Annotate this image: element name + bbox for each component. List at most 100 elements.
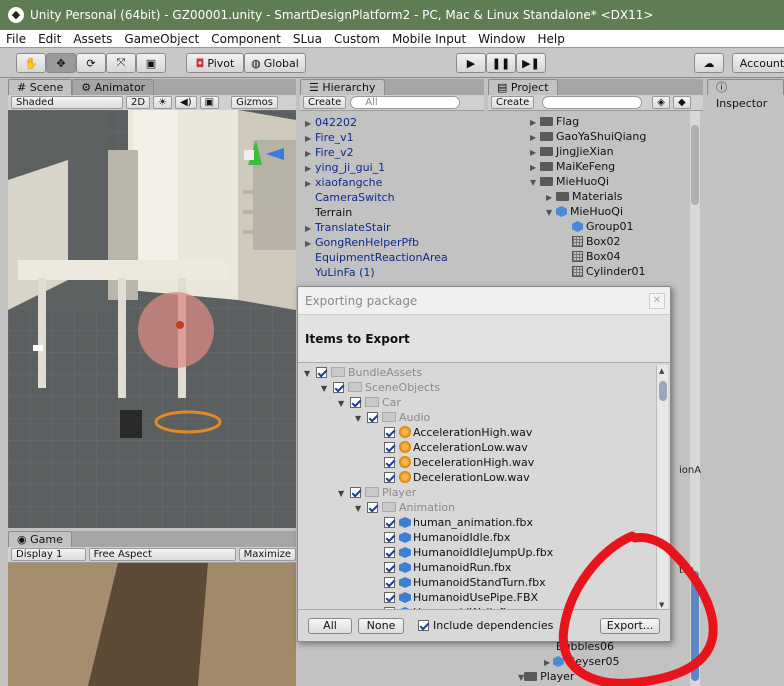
maximize-toggle[interactable]: Maximize xyxy=(238,548,296,561)
menu-assets[interactable]: Assets xyxy=(67,32,118,46)
rect-tool-button[interactable]: ▣ xyxy=(136,53,166,73)
export-item-row[interactable]: AccelerationHigh.wav xyxy=(372,425,532,440)
project-item[interactable]: ▶ JingJieXian xyxy=(530,144,614,159)
shading-dropdown[interactable]: Shaded xyxy=(11,96,123,109)
expand-arrow-icon[interactable]: ▶ xyxy=(305,146,315,161)
project-item[interactable]: ▼ MieHuoQi xyxy=(530,174,609,189)
export-item-row[interactable]: ▼ BundleAssets xyxy=(304,365,422,380)
hierarchy-item[interactable]: YuLinFa (1) xyxy=(305,265,375,280)
hierarchy-item[interactable]: CameraSwitch xyxy=(305,190,395,205)
expanded-arrow-icon[interactable]: ▼ xyxy=(304,366,316,381)
export-item-checkbox[interactable] xyxy=(384,472,395,483)
export-item-row[interactable]: HumanoidUsePipe.FBX xyxy=(372,590,538,605)
expand-arrow-icon[interactable]: ▶ xyxy=(305,116,315,131)
export-item-checkbox[interactable] xyxy=(367,502,378,513)
export-item-row[interactable]: DecelerationHigh.wav xyxy=(372,455,534,470)
export-item-row[interactable]: HumanoidStandTurn.fbx xyxy=(372,575,546,590)
tab-game[interactable]: ◉ Game xyxy=(8,531,72,547)
scroll-up-icon[interactable]: ▲ xyxy=(659,367,664,375)
expanded-arrow-icon[interactable]: ▼ xyxy=(355,411,367,426)
menu-help[interactable]: Help xyxy=(532,32,571,46)
close-icon[interactable]: ✕ xyxy=(649,293,665,309)
tab-inspector[interactable]: ⓘ Inspector xyxy=(707,79,784,110)
menu-file[interactable]: File xyxy=(0,32,32,46)
pause-button[interactable]: ❚❚ xyxy=(486,53,516,73)
hierarchy-search-input[interactable]: All xyxy=(350,96,461,109)
2d-toggle[interactable]: 2D xyxy=(126,96,151,109)
export-item-checkbox[interactable] xyxy=(384,517,395,528)
collapsed-arrow-icon[interactable]: ▶ xyxy=(530,145,540,160)
dialog-scroll-thumb[interactable] xyxy=(659,381,667,401)
include-dependencies-checkbox[interactable] xyxy=(418,620,429,631)
scale-tool-button[interactable]: ⤧ xyxy=(106,53,136,73)
hierarchy-create-dropdown[interactable]: Create xyxy=(303,96,347,109)
export-item-checkbox[interactable] xyxy=(384,532,395,543)
project-item[interactable]: Box04 xyxy=(562,249,620,264)
display-dropdown[interactable]: Display 1 xyxy=(11,548,86,561)
hierarchy-item[interactable]: ▶ Fire_v1 xyxy=(305,130,354,145)
expanded-arrow-icon[interactable]: ▼ xyxy=(338,396,350,411)
export-item-checkbox[interactable] xyxy=(384,442,395,453)
collapsed-arrow-icon[interactable]: ▶ xyxy=(546,190,556,205)
fx-icon[interactable]: ▣ xyxy=(199,96,220,109)
gizmos-dropdown[interactable]: Gizmos xyxy=(231,96,278,109)
expanded-arrow-icon[interactable]: ▼ xyxy=(530,175,540,190)
select-all-button[interactable]: All xyxy=(308,618,352,634)
hierarchy-item[interactable]: ▶ GongRenHelperPfb xyxy=(305,235,419,250)
collapsed-arrow-icon[interactable]: ▶ xyxy=(530,115,540,130)
export-item-row[interactable]: human_animation.fbx xyxy=(372,515,533,530)
include-dependencies-toggle[interactable]: Include dependencies xyxy=(418,619,553,632)
project-item[interactable]: Group01 xyxy=(562,219,634,234)
export-item-checkbox[interactable] xyxy=(384,427,395,438)
expand-arrow-icon[interactable]: ▶ xyxy=(305,161,315,176)
expand-arrow-icon[interactable]: ▶ xyxy=(305,221,315,236)
export-item-checkbox[interactable] xyxy=(384,562,395,573)
rotate-tool-button[interactable]: ⟳ xyxy=(76,53,106,73)
audio-icon[interactable]: ◀) xyxy=(175,96,197,109)
export-item-checkbox[interactable] xyxy=(333,382,344,393)
expanded-arrow-icon[interactable]: ▼ xyxy=(321,381,333,396)
tab-scene[interactable]: # Scene xyxy=(8,79,73,95)
pivot-toggle[interactable]: ◘ Pivot xyxy=(186,53,244,73)
hierarchy-item[interactable]: EquipmentReactionArea xyxy=(305,250,448,265)
hierarchy-item[interactable]: ▶ Fire_v2 xyxy=(305,145,354,160)
expanded-arrow-icon[interactable]: ▼ xyxy=(546,205,556,220)
play-button[interactable]: ▶ xyxy=(456,53,486,73)
export-item-checkbox[interactable] xyxy=(384,577,395,588)
project-item[interactable]: Box02 xyxy=(562,234,620,249)
project-create-dropdown[interactable]: Create xyxy=(491,96,535,109)
export-item-row[interactable]: ▼ Car xyxy=(338,395,401,410)
project-item[interactable]: ▼ MieHuoQi xyxy=(546,204,623,219)
export-item-checkbox[interactable] xyxy=(316,367,327,378)
expand-arrow-icon[interactable]: ▶ xyxy=(305,131,315,146)
project-item[interactable]: ▶ MaiKeFeng xyxy=(530,159,615,174)
hierarchy-item[interactable]: ▶ 042202 xyxy=(305,115,357,130)
export-item-checkbox[interactable] xyxy=(367,412,378,423)
scene-viewport[interactable] xyxy=(8,110,296,528)
game-viewport[interactable] xyxy=(8,563,296,686)
export-item-row[interactable]: ▼ Animation xyxy=(355,500,455,515)
step-button[interactable]: ▶❚ xyxy=(516,53,546,73)
search-by-type-icon[interactable]: ◈ xyxy=(652,96,670,109)
menu-mobile-input[interactable]: Mobile Input xyxy=(386,32,472,46)
global-toggle[interactable]: ◍ Global xyxy=(244,53,306,73)
menu-window[interactable]: Window xyxy=(472,32,531,46)
project-item[interactable]: ▶ Flag xyxy=(530,114,579,129)
collab-button[interactable]: ☁ xyxy=(694,53,724,73)
hand-tool-button[interactable]: ✋ xyxy=(16,53,46,73)
export-item-checkbox[interactable] xyxy=(384,547,395,558)
project-item[interactable]: ▶ GaoYaShuiQiang xyxy=(530,129,646,144)
menu-component[interactable]: Component xyxy=(205,32,287,46)
hierarchy-item[interactable]: Terrain xyxy=(305,205,352,220)
collapsed-arrow-icon[interactable]: ▶ xyxy=(530,130,540,145)
hierarchy-item[interactable]: ▶ xiaofangche xyxy=(305,175,382,190)
collapsed-arrow-icon[interactable]: ▶ xyxy=(530,160,540,175)
move-tool-button[interactable]: ✥ xyxy=(46,53,76,73)
search-by-label-icon[interactable]: ◆ xyxy=(672,96,691,109)
expand-arrow-icon[interactable]: ▶ xyxy=(305,236,315,251)
export-item-row[interactable]: HumanoidIdleJumpUp.fbx xyxy=(372,545,553,560)
tab-animator[interactable]: ⚙ Animator xyxy=(72,79,155,95)
project-scroll-thumb[interactable] xyxy=(691,125,699,205)
export-item-row[interactable]: ▼ SceneObjects xyxy=(321,380,440,395)
project-item[interactable]: ▶ Materials xyxy=(546,189,622,204)
